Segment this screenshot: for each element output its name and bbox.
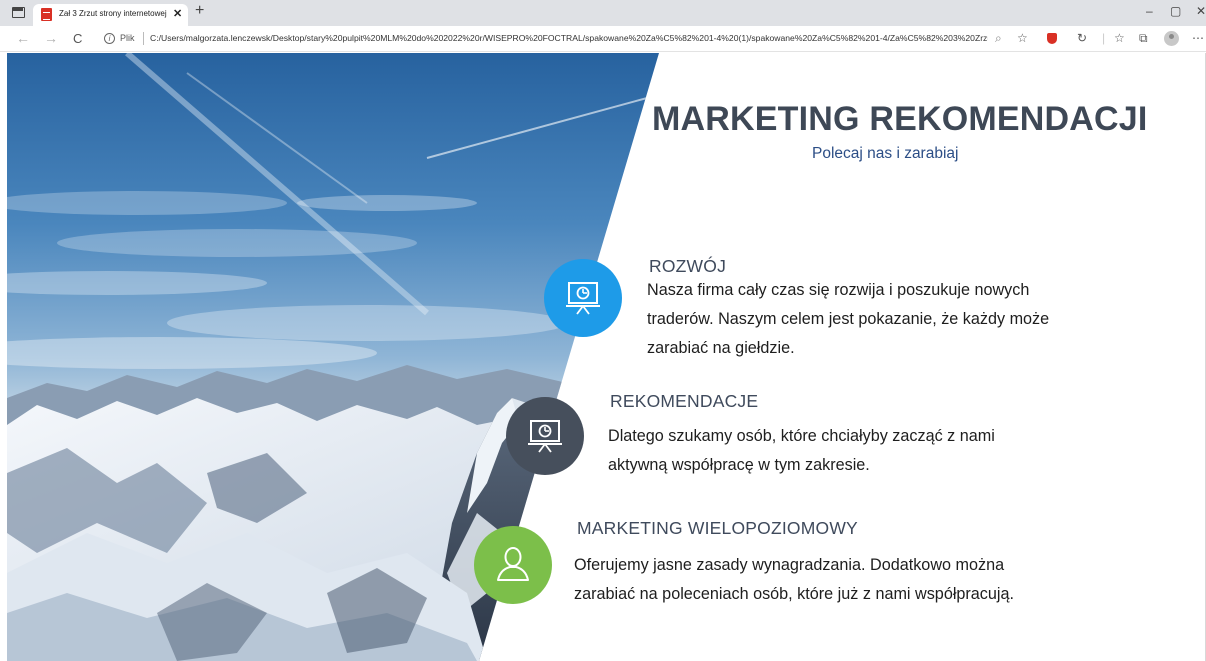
toolbar-divider: | <box>1102 31 1106 45</box>
minimize-button[interactable]: – <box>1146 4 1153 18</box>
info-icon[interactable]: i <box>104 33 115 44</box>
web-page: MARKETING REKOMENDACJI Polecaj nas i zar… <box>7 53 1206 661</box>
tab-bar: Zał 3 Zrzut strony internetowej ✕ + – ▢ … <box>0 0 1206 26</box>
presentation-icon <box>506 397 584 475</box>
zoom-icon[interactable]: ⌕ <box>995 31 1002 46</box>
protocol-label: Plik <box>120 33 135 43</box>
mountain-photo <box>7 53 659 661</box>
browser-tab[interactable]: Zał 3 Zrzut strony internetowej ✕ <box>33 4 188 26</box>
address-divider <box>143 32 144 45</box>
new-tab-button[interactable]: + <box>195 2 204 20</box>
address-bar: ← → C i Plik C:/Users/malgorzata.lenczew… <box>0 26 1206 52</box>
feature-text: Oferujemy jasne zasady wynagradzania. Do… <box>574 556 1015 603</box>
shield-extension-icon[interactable] <box>1047 33 1057 44</box>
feature-text: Dlatego szukamy osób, które chciałyby za… <box>608 427 995 474</box>
url-field[interactable]: C:/Users/malgorzata.lenczewsk/Desktop/st… <box>150 33 988 43</box>
close-window-button[interactable]: ✕ <box>1196 4 1206 18</box>
presentation-icon <box>544 259 622 337</box>
feature-text: Nasza firma cały czas się rozwija i posz… <box>647 281 1050 357</box>
feature-heading: REKOMENDACJE <box>610 391 759 411</box>
tab-close-icon[interactable]: ✕ <box>173 7 182 20</box>
back-button[interactable]: ← <box>16 30 30 46</box>
page-title: MARKETING REKOMENDACJI <box>652 100 1148 138</box>
profile-avatar[interactable] <box>1164 31 1179 46</box>
tab-actions-icon[interactable] <box>12 7 25 18</box>
favorite-add-icon[interactable]: ☆ <box>1017 31 1028 45</box>
feature-heading: MARKETING WIELOPOZIOMOWY <box>577 518 858 538</box>
feature-heading: ROZWÓJ <box>649 256 727 276</box>
tab-title: Zał 3 Zrzut strony internetowej <box>59 9 167 18</box>
forward-button[interactable]: → <box>44 30 58 46</box>
more-icon[interactable]: ⋯ <box>1192 31 1204 45</box>
reload-button[interactable]: C <box>73 31 82 46</box>
maximize-button[interactable]: ▢ <box>1170 4 1181 18</box>
collections-icon[interactable]: ⧉ <box>1139 31 1148 46</box>
pdf-icon <box>41 8 52 21</box>
page-subtitle: Polecaj nas i zarabiaj <box>812 145 959 162</box>
user-icon <box>474 526 552 604</box>
refresh-extension-icon[interactable]: ↻ <box>1077 31 1087 45</box>
favorites-icon[interactable]: ☆ <box>1114 31 1125 45</box>
